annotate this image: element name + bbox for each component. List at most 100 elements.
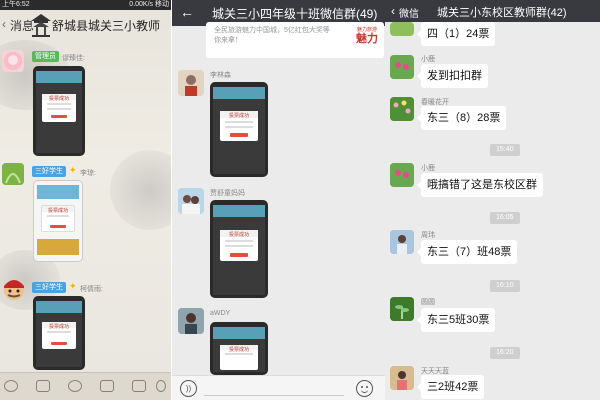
screenshot-caption: 投票成功 [220,230,258,238]
sender-name: 贾舒童妈妈 [210,190,245,197]
message-input[interactable] [204,395,344,396]
avatar[interactable] [178,70,204,96]
screenshot-caption: 投票成功 [220,345,258,353]
avatar[interactable] [2,163,24,185]
screenshot-caption: 投票成功 [42,322,76,330]
avatar[interactable] [390,163,414,187]
voice-icon[interactable]: )) [180,380,197,397]
ad-logo: 魅力旅游 魅力 [354,26,380,54]
emoji-icon[interactable] [156,380,166,392]
image-icon[interactable] [36,380,50,392]
ad-text: 全民旅游魅力中国城，5亿红包大奖等你来拿！ [214,27,330,44]
message-bubble: 发到扣扣群 [417,64,488,88]
message-bubble: 四（1）24票 [416,22,496,46]
ad-logo-big: 魅力 [356,33,378,45]
input-bar: )) [172,375,385,400]
avatar[interactable] [390,366,414,390]
sender-name: 圆圆 [421,299,435,306]
sender-name: 小鹿 [421,165,435,172]
avatar-person-icon [390,230,414,254]
ad-logo-small: 魅力旅游 [356,27,377,33]
avatar-family-icon [178,188,204,214]
shared-screenshot[interactable]: 投票成功 [210,82,268,177]
avatar-pink-icon [4,52,22,70]
badge-label: 三好学生 [35,284,63,291]
avatar[interactable] [390,297,414,321]
message-bubble: 东三（8）28票 [416,106,507,130]
avatar-cartoon-icon [4,280,24,300]
chat-header: ‹ 微信 城关三小东校区教师群(42) [385,0,600,22]
shared-screenshot[interactable]: 投票成功 [210,200,268,298]
emoji-icon[interactable] [356,380,373,397]
pavilion-icon [31,14,51,37]
qq-chat-panel: 上午6:52 0.00K/s 移动 ‹ 消息 舒城县城关三小教师 管理员 谬臻佳… [0,0,172,400]
avatar-flower-icon [390,163,414,187]
chat-title: 城关三小东校区教师群(42) [437,7,567,19]
sender-name: 周玮 [421,232,435,239]
back-arrow-icon[interactable]: ‹ [391,4,395,18]
avatar-person-icon [178,308,204,334]
timestamp: 16:10 [490,280,520,292]
sender-name: aWDY [210,310,231,317]
back-label[interactable]: 微信 [399,5,419,20]
avatar-leaf-icon [2,163,24,185]
avatar[interactable] [2,276,26,302]
message-bubble: 三2班42票 [416,375,485,399]
screenshot-caption: 投票成功 [220,111,258,119]
sender-name: 柯倩雨: [80,286,103,293]
sender-name: 李琼: [80,170,96,177]
timestamp: 16:20 [490,347,520,359]
avatar-person-icon [390,366,414,390]
star-icon: ✦ [69,281,77,291]
avatar[interactable] [178,308,204,334]
shared-screenshot[interactable]: 投票成功 [33,180,83,262]
avatar[interactable] [390,97,414,121]
shared-screenshot[interactable]: 投票成功 [210,322,268,375]
shared-screenshot[interactable]: 投票成功 [33,66,85,156]
chat-title: 城关三小四年级十班微信群(49) [212,7,378,21]
role-badge: 三好学生 [32,282,66,293]
sender-name: 小鹿 [421,56,435,63]
star-icon: ✦ [69,165,77,175]
avatar[interactable] [178,188,204,214]
ad-card[interactable]: 全民旅游魅力中国城，5亿红包大奖等你来拿！ 魅力旅游 魅力 [206,22,384,58]
avatar[interactable] [390,55,414,79]
badge-label: 管理员 [35,53,56,60]
chat-header: ‹ 消息 舒城县城关三小教师 [0,10,172,40]
message-bubble: 哦搞错了这是东校区群 [417,173,543,197]
timestamp: 16:05 [490,212,520,224]
avatar-plant-icon [390,297,414,321]
avatar[interactable] [2,50,24,72]
gift-icon[interactable] [132,380,146,392]
status-time: 上午6:52 [2,1,30,8]
voice-icon[interactable] [4,380,18,392]
role-badge: 管理员 [32,51,59,62]
screenshot-caption: 投票成功 [41,206,75,214]
avatar[interactable] [390,230,414,254]
role-badge: 三好学生 [32,166,66,177]
message-bubble: 东三（7）班48票 [416,240,518,264]
status-net-speed: 0.00K/s [129,1,154,8]
avatar-flower-icon [390,55,414,79]
back-arrow-icon[interactable]: ← [180,4,194,20]
avatar-person-icon [178,70,204,96]
message-bubble: 东三5班30票 [416,308,496,332]
sender-name: 谬臻佳: [62,55,85,62]
sender-name: 李林森 [210,72,231,79]
input-toolbar [0,372,172,400]
chat-title: 舒城县城关三小教师 [52,19,161,33]
wechat-teacher-group-panel: ‹ 微信 城关三小东校区教师群(42) 四（1）24票 小鹿 发到扣扣群 春暖花… [385,0,600,400]
screenshot-caption: 投票成功 [42,93,76,102]
badge-label: 三好学生 [35,168,63,175]
wechat-class-group-panel: ← 城关三小四年级十班微信群(49) 全民旅游魅力中国城，5亿红包大奖等你来拿！… [172,0,385,400]
status-bar: 上午6:52 0.00K/s 移动 [0,0,172,10]
timestamp: 15:40 [490,144,520,156]
status-carrier: 移动 [155,1,169,8]
back-arrow-icon[interactable]: ‹ [2,17,6,31]
shared-screenshot[interactable]: 投票成功 [33,296,85,370]
avatar[interactable] [390,22,414,36]
avatar-garden-icon [390,97,414,121]
camera-icon[interactable] [68,380,82,392]
folder-icon[interactable] [100,380,114,392]
ink-wash-decoration [110,150,172,230]
